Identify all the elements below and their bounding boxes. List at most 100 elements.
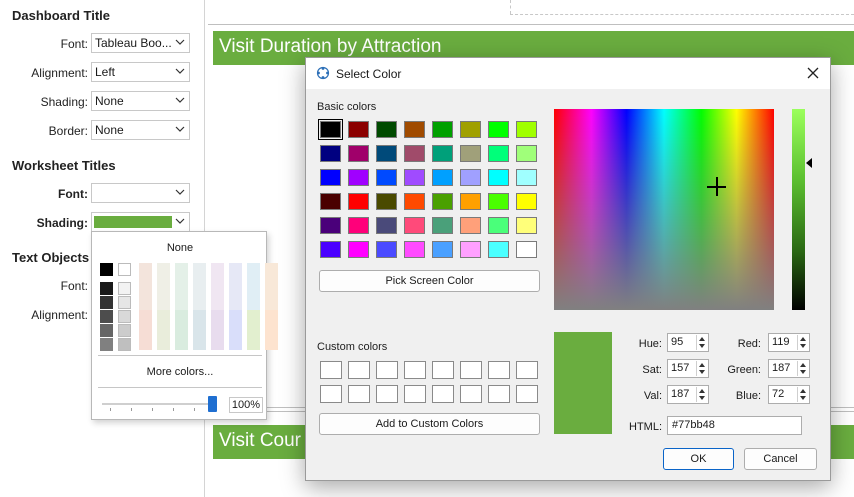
- none-option[interactable]: None: [92, 242, 268, 254]
- ws-font-dropdown[interactable]: [91, 183, 190, 203]
- basic-color-swatch[interactable]: [348, 121, 369, 138]
- basic-color-swatch[interactable]: [460, 121, 481, 138]
- custom-color-swatch[interactable]: [404, 361, 426, 379]
- palette-swatch[interactable]: [100, 282, 113, 295]
- basic-color-swatch[interactable]: [320, 217, 341, 234]
- spinner-arrows[interactable]: [797, 361, 808, 376]
- custom-color-swatch[interactable]: [516, 385, 538, 403]
- basic-color-swatch[interactable]: [432, 121, 453, 138]
- border-dropdown[interactable]: None: [91, 120, 190, 140]
- basic-color-swatch[interactable]: [460, 241, 481, 258]
- close-icon[interactable]: [806, 66, 820, 80]
- basic-color-swatch[interactable]: [318, 119, 343, 140]
- palette-swatch[interactable]: [175, 310, 188, 350]
- basic-color-swatch[interactable]: [516, 241, 537, 258]
- luminance-slider-arrow[interactable]: [806, 158, 812, 168]
- palette-swatch[interactable]: [193, 310, 206, 350]
- luminance-slider[interactable]: [792, 109, 805, 310]
- basic-color-swatch[interactable]: [404, 217, 425, 234]
- basic-color-swatch[interactable]: [320, 169, 341, 186]
- palette-swatch[interactable]: [100, 263, 113, 276]
- palette-swatch[interactable]: [157, 310, 170, 350]
- opacity-slider-track[interactable]: [102, 403, 210, 405]
- ok-button[interactable]: OK: [663, 448, 734, 470]
- basic-color-swatch[interactable]: [516, 217, 537, 234]
- custom-color-swatch[interactable]: [432, 361, 454, 379]
- basic-color-swatch[interactable]: [404, 193, 425, 210]
- basic-color-swatch[interactable]: [432, 193, 453, 210]
- basic-color-swatch[interactable]: [516, 121, 537, 138]
- palette-swatch[interactable]: [100, 310, 113, 323]
- custom-color-swatch[interactable]: [488, 385, 510, 403]
- basic-color-swatch[interactable]: [432, 241, 453, 258]
- basic-color-swatch[interactable]: [348, 217, 369, 234]
- custom-color-swatch[interactable]: [348, 361, 370, 379]
- basic-color-swatch[interactable]: [404, 169, 425, 186]
- basic-color-swatch[interactable]: [320, 145, 341, 162]
- basic-color-swatch[interactable]: [376, 217, 397, 234]
- basic-color-swatch[interactable]: [348, 193, 369, 210]
- basic-color-swatch[interactable]: [488, 169, 509, 186]
- green-spinbox[interactable]: 187: [768, 359, 810, 378]
- custom-color-swatch[interactable]: [404, 385, 426, 403]
- custom-color-swatch[interactable]: [432, 385, 454, 403]
- basic-color-swatch[interactable]: [376, 193, 397, 210]
- basic-color-swatch[interactable]: [460, 193, 481, 210]
- palette-swatch[interactable]: [211, 310, 224, 350]
- pick-screen-color-button[interactable]: Pick Screen Color: [319, 270, 540, 292]
- add-to-custom-colors-button[interactable]: Add to Custom Colors: [319, 413, 540, 435]
- shading-dropdown[interactable]: None: [91, 91, 190, 111]
- basic-color-swatch[interactable]: [320, 241, 341, 258]
- basic-color-swatch[interactable]: [376, 121, 397, 138]
- palette-swatch[interactable]: [229, 310, 242, 350]
- red-spinbox[interactable]: 119: [768, 333, 810, 352]
- basic-color-swatch[interactable]: [516, 145, 537, 162]
- palette-swatch[interactable]: [118, 282, 131, 295]
- basic-color-swatch[interactable]: [432, 145, 453, 162]
- basic-color-swatch[interactable]: [432, 217, 453, 234]
- basic-color-swatch[interactable]: [432, 169, 453, 186]
- custom-color-swatch[interactable]: [460, 385, 482, 403]
- basic-color-swatch[interactable]: [488, 241, 509, 258]
- blue-spinbox[interactable]: 72: [768, 385, 810, 404]
- basic-color-swatch[interactable]: [404, 121, 425, 138]
- basic-color-swatch[interactable]: [320, 193, 341, 210]
- color-spectrum[interactable]: [554, 109, 774, 310]
- basic-color-swatch[interactable]: [348, 241, 369, 258]
- basic-color-swatch[interactable]: [488, 193, 509, 210]
- palette-swatch[interactable]: [100, 338, 113, 351]
- ws-shading-dropdown[interactable]: [91, 212, 190, 232]
- palette-swatch[interactable]: [118, 296, 131, 309]
- basic-color-swatch[interactable]: [516, 169, 537, 186]
- opacity-percent-field[interactable]: 100%: [229, 397, 263, 413]
- custom-color-swatch[interactable]: [460, 361, 482, 379]
- palette-swatch[interactable]: [139, 310, 152, 350]
- basic-color-swatch[interactable]: [348, 145, 369, 162]
- custom-color-swatch[interactable]: [488, 361, 510, 379]
- basic-color-swatch[interactable]: [376, 145, 397, 162]
- palette-swatch[interactable]: [118, 310, 131, 323]
- palette-swatch[interactable]: [118, 263, 131, 276]
- basic-color-swatch[interactable]: [348, 169, 369, 186]
- custom-color-swatch[interactable]: [320, 361, 342, 379]
- alignment-dropdown[interactable]: Left: [91, 62, 190, 82]
- basic-color-swatch[interactable]: [488, 145, 509, 162]
- more-colors-link[interactable]: More colors...: [92, 366, 268, 378]
- spinner-arrows[interactable]: [797, 387, 808, 402]
- html-hex-input[interactable]: #77bb48: [667, 416, 802, 435]
- basic-color-swatch[interactable]: [376, 241, 397, 258]
- font-dropdown[interactable]: Tableau Boo...: [91, 33, 190, 53]
- palette-swatch[interactable]: [100, 324, 113, 337]
- custom-color-swatch[interactable]: [348, 385, 370, 403]
- palette-swatch[interactable]: [100, 296, 113, 309]
- palette-swatch[interactable]: [118, 324, 131, 337]
- custom-color-swatch[interactable]: [376, 361, 398, 379]
- basic-color-swatch[interactable]: [404, 241, 425, 258]
- basic-color-swatch[interactable]: [460, 145, 481, 162]
- cancel-button[interactable]: Cancel: [744, 448, 817, 470]
- custom-color-swatch[interactable]: [320, 385, 342, 403]
- basic-color-swatch[interactable]: [376, 169, 397, 186]
- opacity-slider-thumb[interactable]: [208, 396, 217, 412]
- basic-color-swatch[interactable]: [460, 217, 481, 234]
- basic-color-swatch[interactable]: [404, 145, 425, 162]
